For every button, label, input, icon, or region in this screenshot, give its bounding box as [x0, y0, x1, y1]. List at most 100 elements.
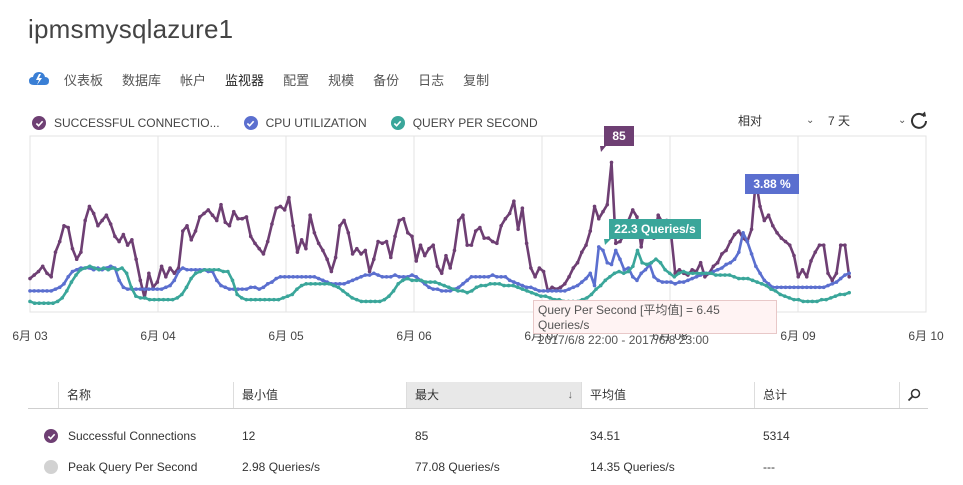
data-point [333, 255, 338, 260]
data-point [355, 246, 359, 251]
data-point [737, 250, 741, 254]
data-point [151, 287, 155, 291]
data-point [713, 273, 718, 277]
data-point [172, 271, 177, 276]
data-point [728, 239, 733, 244]
unchecked-circle-icon[interactable] [44, 460, 58, 474]
data-point [287, 195, 291, 200]
data-point [567, 275, 571, 279]
column-header-name[interactable]: 名称 [58, 382, 233, 408]
data-point [769, 287, 773, 291]
data-point [400, 278, 405, 283]
data-point [70, 246, 75, 251]
data-point [792, 297, 796, 302]
data-point [451, 287, 456, 291]
data-point [537, 266, 542, 270]
data-point [601, 209, 605, 214]
data-point [40, 264, 45, 269]
data-point [55, 299, 60, 304]
data-point [372, 257, 376, 262]
data-point [533, 275, 537, 279]
data-point [465, 290, 470, 295]
data-point [778, 292, 782, 297]
data-point [758, 204, 762, 209]
data-point [592, 204, 597, 209]
column-header-total[interactable]: 总计 [754, 382, 899, 408]
data-point [66, 225, 71, 230]
data-point [240, 216, 245, 221]
table-search-button[interactable] [899, 382, 928, 408]
data-point [847, 290, 851, 295]
data-point [847, 275, 851, 279]
data-point [594, 287, 598, 291]
data-point [346, 231, 351, 235]
data-point [546, 289, 550, 293]
data-point [838, 243, 843, 247]
data-point [433, 280, 437, 284]
data-point [750, 278, 755, 283]
column-header-average[interactable]: 平均值 [581, 382, 754, 408]
data-point [327, 282, 331, 286]
data-point [345, 292, 350, 297]
data-point [635, 215, 639, 219]
data-point [108, 222, 113, 226]
data-point [826, 283, 830, 288]
data-point [226, 269, 230, 274]
data-point [609, 262, 614, 267]
data-point [502, 283, 506, 288]
data-point [431, 243, 436, 247]
data-point [231, 209, 236, 214]
column-header-min[interactable]: 最小值 [233, 382, 408, 408]
data-point [113, 234, 117, 239]
column-header-max[interactable]: 最大 ↓ [406, 382, 581, 408]
data-point [746, 276, 750, 281]
data-point [770, 223, 775, 228]
data-point [503, 275, 508, 279]
data-point [134, 287, 138, 291]
data-point [364, 299, 368, 304]
table-row[interactable]: Successful Connections 12 85 34.51 5314 [28, 425, 928, 447]
data-point [62, 282, 66, 286]
data-point [382, 297, 387, 302]
data-point [117, 239, 121, 244]
data-point [723, 273, 727, 277]
data-point [608, 275, 612, 279]
check-icon[interactable] [44, 429, 58, 443]
data-point [775, 285, 779, 290]
data-point [838, 276, 843, 281]
data-point [435, 287, 440, 291]
data-point [316, 241, 321, 246]
data-point [635, 248, 640, 253]
data-point [694, 275, 699, 279]
data-point [686, 278, 690, 283]
data-point [762, 278, 767, 283]
column-label: 总计 [763, 388, 788, 402]
data-point [53, 287, 58, 291]
data-point [533, 287, 537, 291]
data-point [125, 287, 130, 291]
data-point [563, 282, 567, 286]
data-point [787, 285, 792, 290]
x-tick-label: 6月 05 [268, 329, 304, 343]
row-average: 34.51 [590, 429, 621, 443]
data-point [244, 297, 249, 302]
data-point [37, 301, 42, 306]
data-point [338, 282, 342, 286]
data-point [257, 287, 262, 291]
data-point [819, 297, 824, 302]
data-point [541, 289, 546, 293]
data-point [686, 271, 690, 276]
data-point [842, 292, 847, 297]
data-point [690, 271, 695, 276]
table-row[interactable]: Peak Query Per Second 2.98 Queries/s 77.… [28, 456, 928, 478]
data-point [262, 297, 267, 302]
data-point [189, 267, 194, 272]
data-point [410, 278, 414, 283]
data-point [431, 287, 436, 291]
data-point [512, 199, 516, 203]
data-point [490, 273, 495, 277]
data-point [847, 271, 851, 276]
data-point [32, 289, 37, 293]
data-point [428, 280, 433, 284]
data-point [223, 220, 228, 225]
